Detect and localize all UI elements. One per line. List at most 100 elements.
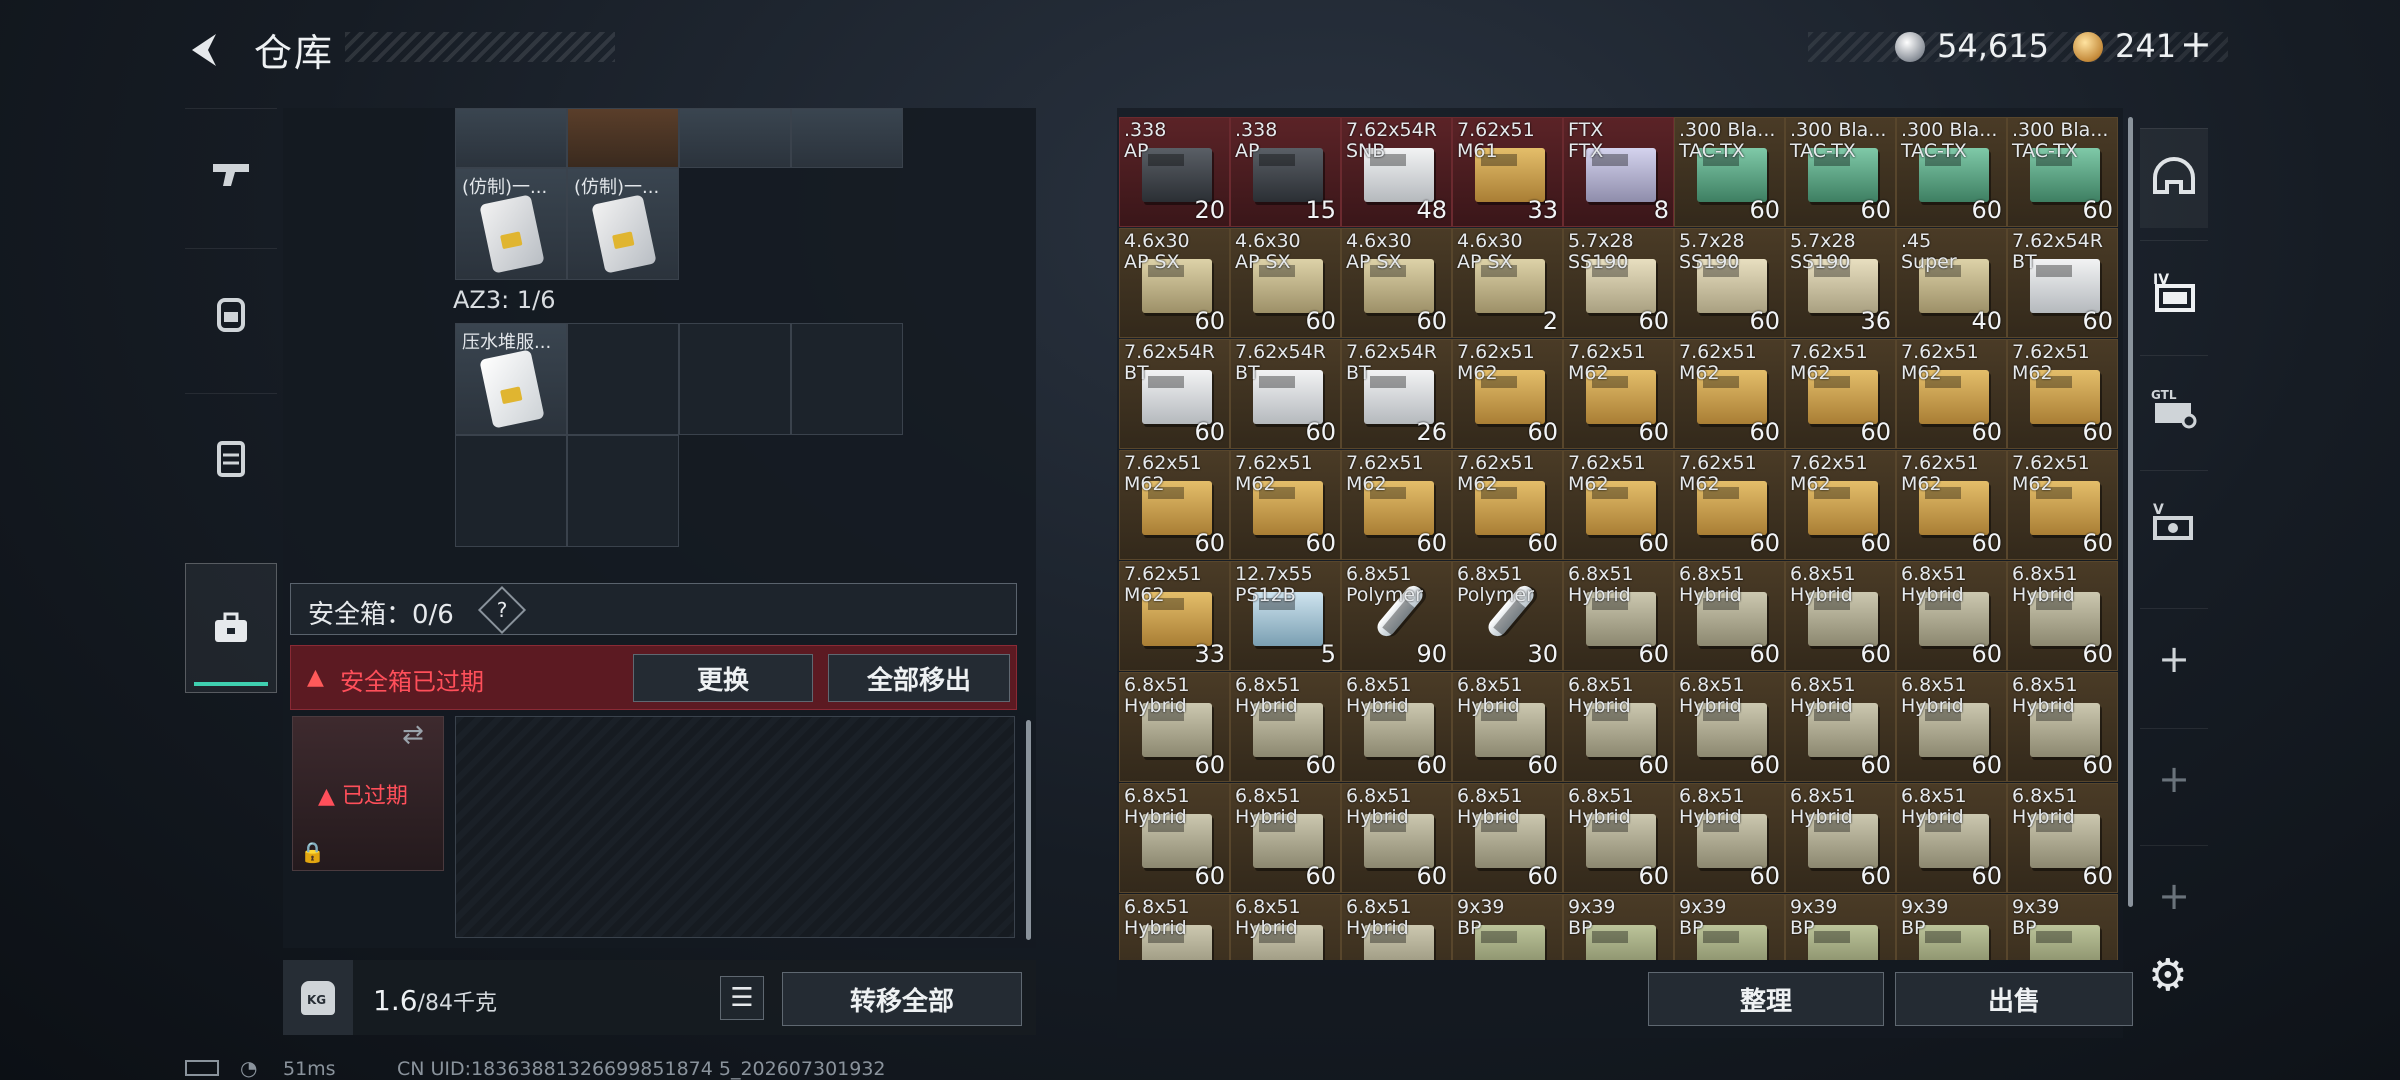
inventory-item[interactable]: 6.8x51 Hybrid 60 (1452, 672, 1563, 782)
inventory-item[interactable]: .300 Bla... TAC-TX 60 (2007, 117, 2118, 227)
container-item[interactable]: (仿制)一... (567, 168, 679, 280)
inventory-item[interactable]: 6.8x51 Hybrid 60 (1896, 561, 2007, 671)
inventory-item[interactable]: 7.62x51 M62 60 (1563, 450, 1674, 560)
list-view-button[interactable]: ☰ (720, 976, 764, 1020)
inventory-item[interactable]: 6.8x51 Hybrid 60 (1785, 672, 1896, 782)
inventory-item[interactable]: 7.62x54R SNB 48 (1341, 117, 1452, 227)
add-tab-button[interactable]: + (2140, 608, 2208, 708)
inventory-item[interactable]: 5.7x28 SS190 60 (1674, 228, 1785, 338)
inventory-item[interactable]: 6.8x51 Hybrid 60 (1674, 561, 1785, 671)
inventory-item[interactable]: 6.8x51 Hybrid 60 (1563, 672, 1674, 782)
inventory-item[interactable]: 6.8x51 Hybrid 60 (1452, 783, 1563, 893)
inventory-item[interactable]: 6.8x51 Hybrid 60 (1674, 672, 1785, 782)
inventory-item[interactable]: 5.7x28 SS190 60 (1563, 228, 1674, 338)
inventory-item[interactable]: 7.62x51 M62 60 (1896, 339, 2007, 449)
container-item[interactable]: (仿制)一... (455, 168, 567, 280)
inventory-item[interactable]: 6.8x51 Hybrid 60 (1785, 783, 1896, 893)
inventory-item[interactable]: 7.62x51 M62 60 (1785, 339, 1896, 449)
inventory-item[interactable]: 6.8x51 Hybrid 60 (1119, 672, 1230, 782)
sell-button[interactable]: 出售 (1895, 972, 2133, 1026)
inventory-item[interactable]: 7.62x51 M62 60 (1563, 339, 1674, 449)
inventory-item[interactable]: 6.8x51 Polymer 90 (1341, 561, 1452, 671)
inventory-item[interactable]: 9x39 BP (1563, 894, 1674, 960)
container-slot[interactable] (791, 108, 903, 168)
inventory-item[interactable]: 7.62x54R BT 26 (1341, 339, 1452, 449)
inventory-item[interactable]: 7.62x51 M62 60 (1452, 450, 1563, 560)
empty-slot[interactable] (791, 323, 903, 435)
tab-helmet[interactable] (2140, 128, 2208, 228)
container-item[interactable]: 压水堆服... (455, 323, 567, 435)
add-tab-button[interactable]: + (2140, 845, 2208, 945)
settings-gear-icon[interactable]: ⚙ (2148, 950, 2187, 1001)
empty-slot[interactable] (679, 323, 791, 435)
inventory-item[interactable]: .300 Bla... TAC-TX 60 (1896, 117, 2007, 227)
inventory-item[interactable]: 6.8x51 Hybrid 60 (1230, 783, 1341, 893)
empty-slot[interactable] (567, 435, 679, 547)
inventory-item[interactable]: 7.62x51 M62 60 (1896, 450, 2007, 560)
inventory-item[interactable]: 6.8x51 Hybrid 60 (1563, 561, 1674, 671)
nav-chest-rig[interactable] (185, 393, 277, 523)
inventory-item[interactable]: 7.62x51 M62 60 (1785, 450, 1896, 560)
inventory-item[interactable]: .338 AP 15 (1230, 117, 1341, 227)
nav-weapons[interactable] (185, 108, 277, 238)
inventory-item[interactable]: 6.8x51 Hybrid 60 (1341, 783, 1452, 893)
inventory-item[interactable]: 7.62x51 M62 60 (2007, 450, 2118, 560)
inventory-item[interactable]: 7.62x51 M62 33 (1119, 561, 1230, 671)
left-scrollbar[interactable] (1026, 720, 1031, 940)
inventory-item[interactable]: 7.62x51 M62 60 (1674, 450, 1785, 560)
add-tab-button[interactable]: + (2140, 728, 2208, 828)
inventory-item[interactable]: 6.8x51 Hybrid 60 (2007, 561, 2118, 671)
inventory-item[interactable]: 6.8x51 Hybrid 60 (2007, 672, 2118, 782)
inventory-item[interactable]: 7.62x51 M62 60 (2007, 339, 2118, 449)
swap-icon[interactable]: ⇄ (402, 720, 424, 750)
inventory-item[interactable]: 7.62x54R BT 60 (1230, 339, 1341, 449)
storage-scrollbar[interactable] (2128, 117, 2133, 907)
inventory-item[interactable]: .300 Bla... TAC-TX 60 (1674, 117, 1785, 227)
replace-button[interactable]: 更换 (633, 654, 813, 702)
inventory-item[interactable]: 9x39 BP (2007, 894, 2118, 960)
inventory-item[interactable]: 4.6x30 AP SX 60 (1230, 228, 1341, 338)
inventory-item[interactable]: 4.6x30 AP SX 2 (1452, 228, 1563, 338)
nav-backpack[interactable] (185, 248, 277, 378)
inventory-item[interactable]: .300 Bla... TAC-TX 60 (1785, 117, 1896, 227)
inventory-item[interactable]: 5.7x28 SS190 36 (1785, 228, 1896, 338)
container-slot[interactable] (567, 108, 679, 168)
safe-box-grid[interactable] (455, 716, 1015, 938)
inventory-item[interactable]: 7.62x51 M62 60 (1674, 339, 1785, 449)
nav-safe-box[interactable] (185, 563, 277, 693)
inventory-item[interactable]: 6.8x51 Hybrid 60 (1785, 561, 1896, 671)
inventory-item[interactable]: 7.62x51 M62 60 (1230, 450, 1341, 560)
empty-slot[interactable] (567, 323, 679, 435)
inventory-item[interactable]: 6.8x51 Hybrid 60 (1119, 783, 1230, 893)
inventory-item[interactable]: 9x39 BP (1785, 894, 1896, 960)
inventory-item[interactable]: 7.62x51 M62 60 (1341, 450, 1452, 560)
inventory-item[interactable]: 7.62x54R BT 60 (2007, 228, 2118, 338)
inventory-item[interactable]: 9x39 BP (1896, 894, 2007, 960)
inventory-item[interactable]: 6.8x51 Hybrid 60 (1896, 783, 2007, 893)
tab-ammo-box[interactable]: IV (2140, 240, 2208, 340)
inventory-item[interactable]: 6.8x51 Hybrid (1230, 894, 1341, 960)
inventory-item[interactable]: 9x39 BP (1674, 894, 1785, 960)
inventory-item[interactable]: 7.62x54R BT 60 (1119, 339, 1230, 449)
sort-button[interactable]: 整理 (1648, 972, 1884, 1026)
inventory-item[interactable]: 6.8x51 Hybrid 60 (1230, 672, 1341, 782)
inventory-item[interactable]: 12.7x55 PS12B 5 (1230, 561, 1341, 671)
inventory-item[interactable]: 6.8x51 Hybrid 60 (1563, 783, 1674, 893)
inventory-item[interactable]: 4.6x30 AP SX 60 (1119, 228, 1230, 338)
inventory-item[interactable]: 7.62x51 M62 60 (1119, 450, 1230, 560)
empty-slot[interactable] (455, 435, 567, 547)
tab-gtl-box[interactable]: GTL (2140, 355, 2208, 455)
inventory-item[interactable]: 9x39 BP (1452, 894, 1563, 960)
transfer-all-button[interactable]: 转移全部 (782, 972, 1022, 1026)
inventory-item[interactable]: 6.8x51 Hybrid (1119, 894, 1230, 960)
inventory-item[interactable]: 7.62x51 M61 33 (1452, 117, 1563, 227)
inventory-item[interactable]: 4.6x30 AP SX 60 (1341, 228, 1452, 338)
container-slot[interactable] (679, 108, 791, 168)
inventory-item[interactable]: .338 AP 20 (1119, 117, 1230, 227)
inventory-item[interactable]: 6.8x51 Hybrid 60 (2007, 783, 2118, 893)
add-gold-button[interactable]: + (2180, 22, 2212, 66)
inventory-item[interactable]: 6.8x51 Polymer 30 (1452, 561, 1563, 671)
inventory-item[interactable]: 7.62x51 M62 60 (1452, 339, 1563, 449)
inventory-item[interactable]: FTX FTX 8 (1563, 117, 1674, 227)
inventory-item[interactable]: 6.8x51 Hybrid 60 (1896, 672, 2007, 782)
